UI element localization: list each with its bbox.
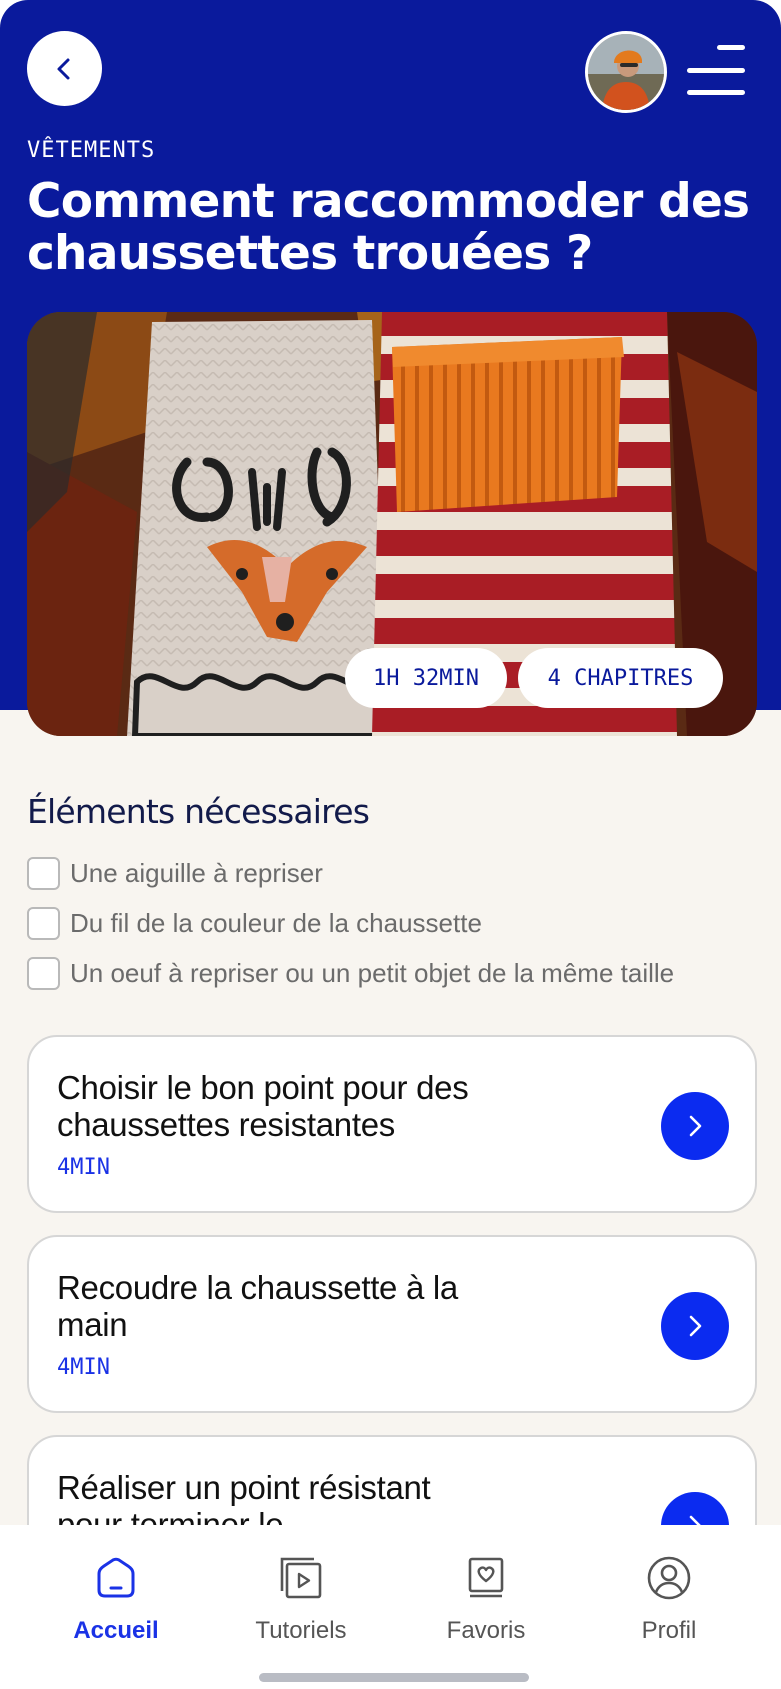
avatar-photo [588,34,664,110]
nav-item-favoris[interactable]: Favoris [391,1525,581,1655]
material-item[interactable]: Un oeuf à repriser ou un petit objet de … [27,957,674,990]
back-button[interactable] [27,31,102,106]
chapter-duration: 4MIN [57,1155,110,1180]
menu-icon-line [687,68,745,73]
tutorial-screen: VÊTEMENTS Comment raccommoder des chauss… [0,0,781,1689]
material-label: Du fil de la couleur de la chaussette [70,908,482,938]
chapter-duration: 4MIN [57,1355,110,1380]
material-checkbox[interactable] [27,957,60,990]
menu-icon-line [687,90,745,95]
material-item[interactable]: Du fil de la couleur de la chaussette [27,907,482,940]
home-icon [91,1553,141,1603]
duration-badge: 1H 32MIN [345,648,507,708]
chapter-title: Choisir le bon point pour des chaussette… [57,1069,469,1143]
video-library-icon [276,1553,326,1603]
favorite-book-icon [461,1553,511,1603]
menu-button[interactable] [687,45,745,97]
nav-label: Tutoriels [255,1617,347,1644]
nav-item-profil[interactable]: Profil [574,1525,764,1655]
page-title: Comment raccommoder des chaussettes trou… [27,174,750,281]
chapter-title: Recoudre la chaussette à la main [57,1269,458,1343]
avatar[interactable] [585,31,667,113]
material-checkbox[interactable] [27,907,60,940]
user-icon [644,1553,694,1603]
chapter-card[interactable]: Choisir le bon point pour des chaussette… [27,1035,757,1213]
material-label: Un oeuf à repriser ou un petit objet de … [70,958,675,988]
home-indicator [259,1673,529,1682]
chapter-card[interactable]: Recoudre la chaussette à la main 4MIN [27,1235,757,1413]
chevron-left-icon [57,58,69,79]
chapters-badge: 4 CHAPITRES [518,648,723,708]
chapter-open-button[interactable] [661,1092,729,1160]
chapter-open-button[interactable] [661,1292,729,1360]
material-label: Une aiguille à repriser [70,858,323,888]
menu-icon [717,45,745,50]
nav-item-tutoriels[interactable]: Tutoriels [206,1525,396,1655]
nav-item-accueil[interactable]: Accueil [21,1525,211,1655]
chevron-right-icon [689,1115,702,1137]
category-label: VÊTEMENTS [27,138,156,163]
bottom-navigation: Accueil Tutoriels Favoris Profil [0,1525,781,1689]
materials-title: Éléments nécessaires [27,792,370,831]
nav-label: Accueil [73,1617,159,1644]
nav-label: Profil [641,1617,697,1644]
chevron-right-icon [689,1315,702,1337]
material-item[interactable]: Une aiguille à repriser [27,857,323,890]
nav-label: Favoris [446,1617,526,1644]
material-checkbox[interactable] [27,857,60,890]
